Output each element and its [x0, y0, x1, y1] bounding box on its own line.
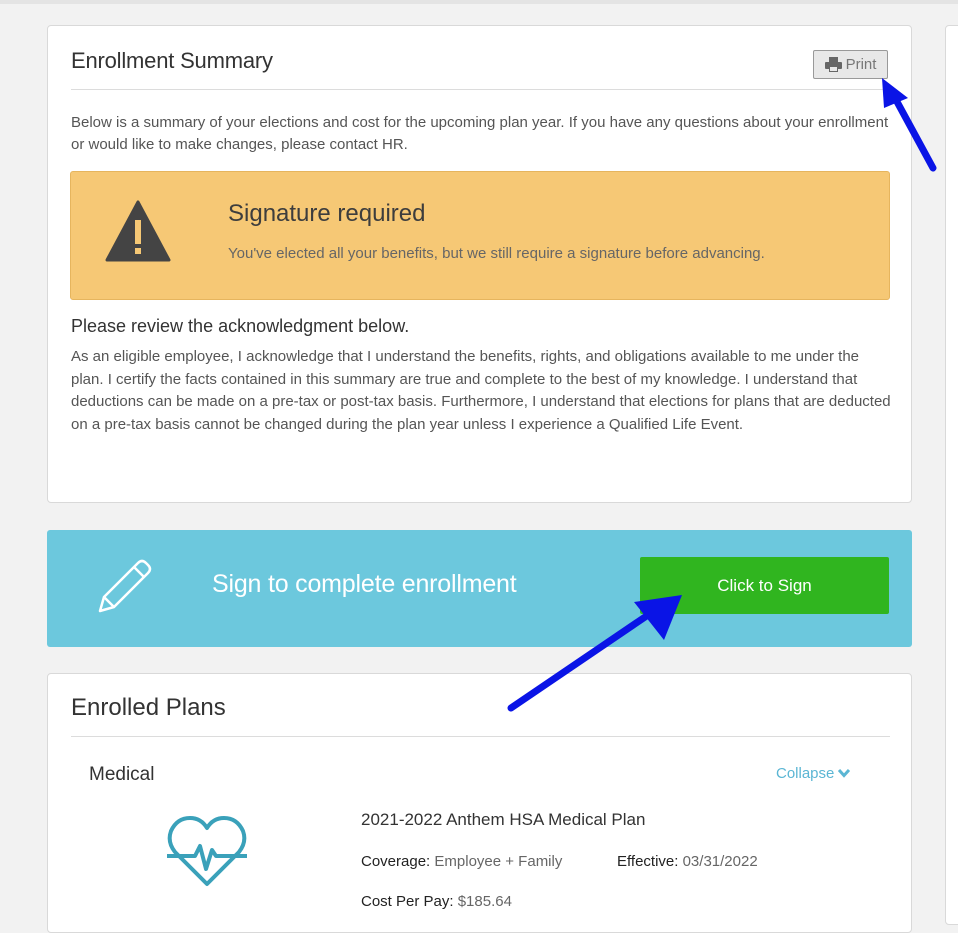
acknowledgment-heading: Please review the acknowledgment below.: [71, 316, 410, 336]
chevron-down-icon: [838, 765, 851, 782]
cost-value: $185.64: [457, 893, 512, 910]
page-title: Enrollment Summary: [71, 48, 273, 73]
enrolled-plans-panel: Enrolled Plans Medical Collapse 2021-202…: [47, 673, 912, 933]
coverage-value: Employee + Family: [434, 853, 563, 870]
collapse-label: Collapse: [776, 765, 835, 782]
pencil-icon: [96, 557, 154, 620]
print-icon: [824, 57, 842, 72]
right-side-panel: [945, 25, 958, 925]
cost-label: Cost Per Pay:: [361, 893, 454, 910]
cost-detail: Cost Per Pay: $185.64: [361, 893, 512, 910]
plan-name: 2021-2022 Anthem HSA Medical Plan: [361, 810, 646, 829]
plan-category-medical: Medical: [89, 764, 155, 785]
top-border: [0, 0, 958, 4]
warning-icon: [105, 200, 171, 267]
enrollment-summary-panel: Enrollment Summary Print Below is a summ…: [47, 25, 912, 503]
enrolled-plans-title: Enrolled Plans: [71, 694, 226, 721]
sign-banner: Sign to complete enrollment Click to Sig…: [47, 530, 912, 647]
alert-message: You've elected all your benefits, but we…: [228, 245, 765, 262]
collapse-link[interactable]: Collapse: [776, 765, 851, 782]
divider: [71, 89, 890, 90]
coverage-label: Coverage:: [361, 853, 431, 870]
summary-intro-text: Below is a summary of your elections and…: [71, 114, 889, 153]
effective-label: Effective:: [617, 853, 679, 870]
print-label: Print: [845, 56, 877, 73]
divider: [71, 736, 890, 737]
signature-required-alert: Signature required You've elected all yo…: [70, 171, 890, 300]
sign-banner-text: Sign to complete enrollment: [212, 570, 517, 598]
print-button[interactable]: Print: [813, 50, 888, 79]
alert-title: Signature required: [228, 200, 426, 227]
acknowledgment-text: As an eligible employee, I acknowledge t…: [71, 348, 891, 433]
click-to-sign-button[interactable]: Click to Sign: [640, 557, 889, 614]
effective-detail: Effective: 03/31/2022: [617, 853, 758, 870]
heart-pulse-icon: [165, 814, 249, 893]
effective-value: 03/31/2022: [682, 853, 758, 870]
coverage-detail: Coverage: Employee + Family: [361, 853, 562, 870]
